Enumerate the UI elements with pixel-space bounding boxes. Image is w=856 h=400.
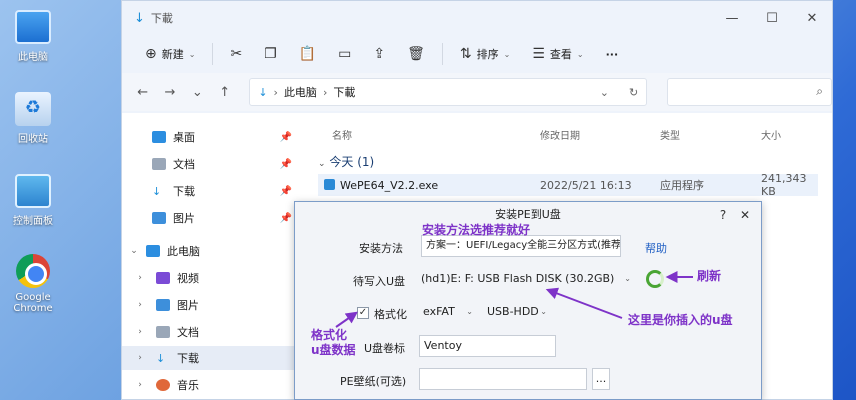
annotation-arrows: [335, 271, 693, 328]
arrow-format: [335, 311, 358, 328]
arrow-disk: [545, 287, 623, 319]
